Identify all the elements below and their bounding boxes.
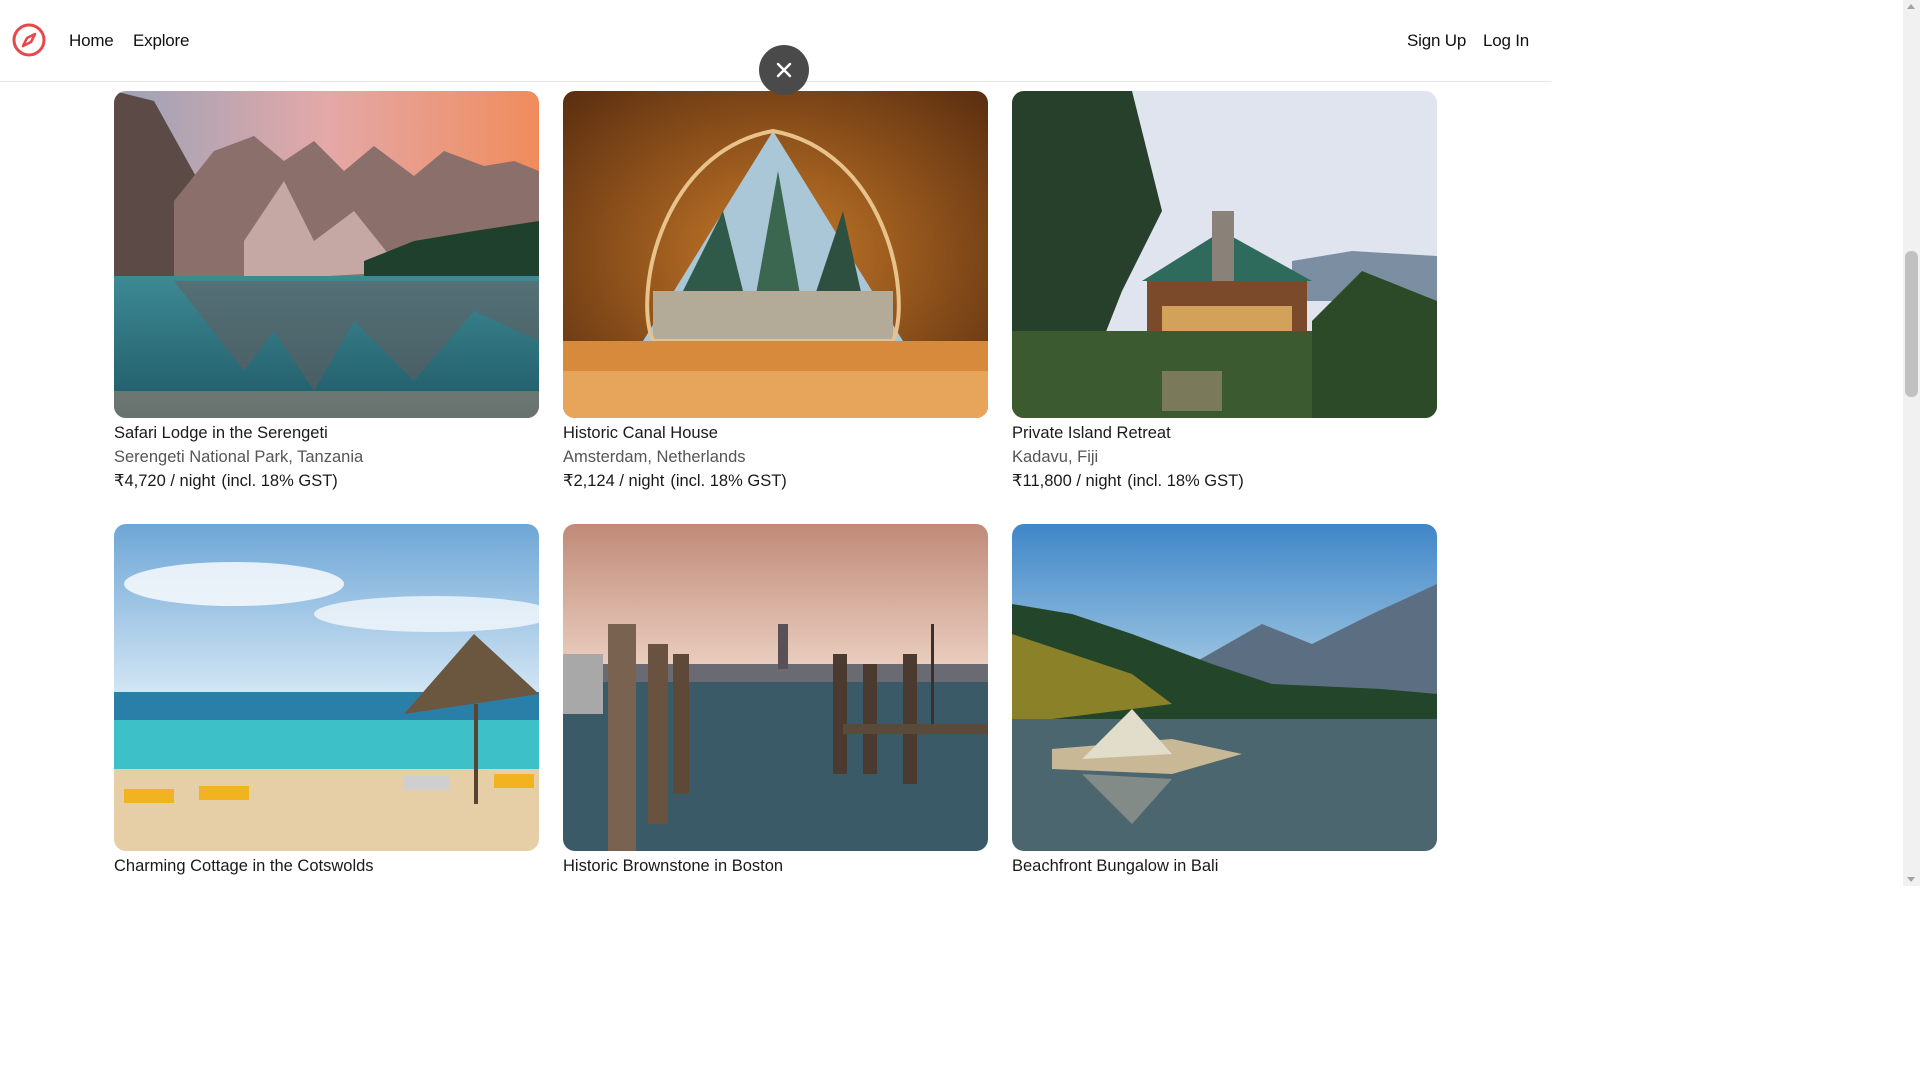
nav-home-link[interactable]: Home [69,31,114,51]
tent-forest-view-photo[interactable] [563,91,988,418]
price-value: ₹11,800 / night [1012,472,1122,490]
price-value: ₹2,124 / night [563,472,665,490]
listing-price: ₹11,800 / night (incl. 18% GST) [1012,470,1437,492]
listing-title[interactable]: Historic Brownstone in Boston [563,855,988,877]
nav-login-link[interactable]: Log In [1483,31,1529,51]
nav-signup-link[interactable]: Sign Up [1407,31,1466,51]
listing-card[interactable]: Safari Lodge in the Serengeti Serengeti … [114,91,539,492]
listing-card[interactable]: Charming Cottage in the Cotswolds [114,524,539,877]
listing-title[interactable]: Beachfront Bungalow in Bali [1012,855,1437,877]
page-scrollbar[interactable] [1903,0,1920,886]
listing-location: Kadavu, Fiji [1012,448,1099,466]
tax-note: (incl. 18% GST) [221,472,338,490]
beach-umbrella-photo[interactable] [114,524,539,851]
listing-card[interactable]: Beachfront Bungalow in Bali [1012,524,1437,877]
listing-location: Amsterdam, Netherlands [563,448,746,466]
lakeside-tent-photo[interactable] [1012,524,1437,851]
close-icon [776,62,792,78]
nav-explore-link[interactable]: Explore [133,31,189,51]
listing-price: ₹2,124 / night (incl. 18% GST) [563,470,988,492]
listing-card[interactable]: Historic Brownstone in Boston [563,524,988,877]
wooden-lodge-photo[interactable] [1012,91,1437,418]
listing-title[interactable]: Private Island Retreat [1012,422,1437,444]
close-button[interactable] [759,45,809,95]
tax-note: (incl. 18% GST) [670,472,787,490]
listing-price: ₹4,720 / night (incl. 18% GST) [114,470,539,492]
listing-card[interactable]: Historic Canal House Amsterdam, Netherla… [563,91,988,492]
price-value: ₹4,720 / night [114,472,216,490]
listing-title[interactable]: Safari Lodge in the Serengeti [114,422,539,444]
tax-note: (incl. 18% GST) [1127,472,1244,490]
listing-location: Serengeti National Park, Tanzania [114,448,364,466]
scroll-up-arrow-icon[interactable] [1907,4,1915,9]
mountain-lake-photo[interactable] [114,91,539,418]
venice-pier-photo[interactable] [563,524,988,851]
listing-title[interactable]: Historic Canal House [563,422,988,444]
scroll-down-arrow-icon[interactable] [1907,877,1915,882]
listing-card[interactable]: Private Island Retreat Kadavu, Fiji ₹11,… [1012,91,1437,492]
scroll-thumb[interactable] [1905,251,1918,397]
listing-title[interactable]: Charming Cottage in the Cotswolds [114,855,539,877]
compass-logo-icon[interactable] [11,22,47,58]
